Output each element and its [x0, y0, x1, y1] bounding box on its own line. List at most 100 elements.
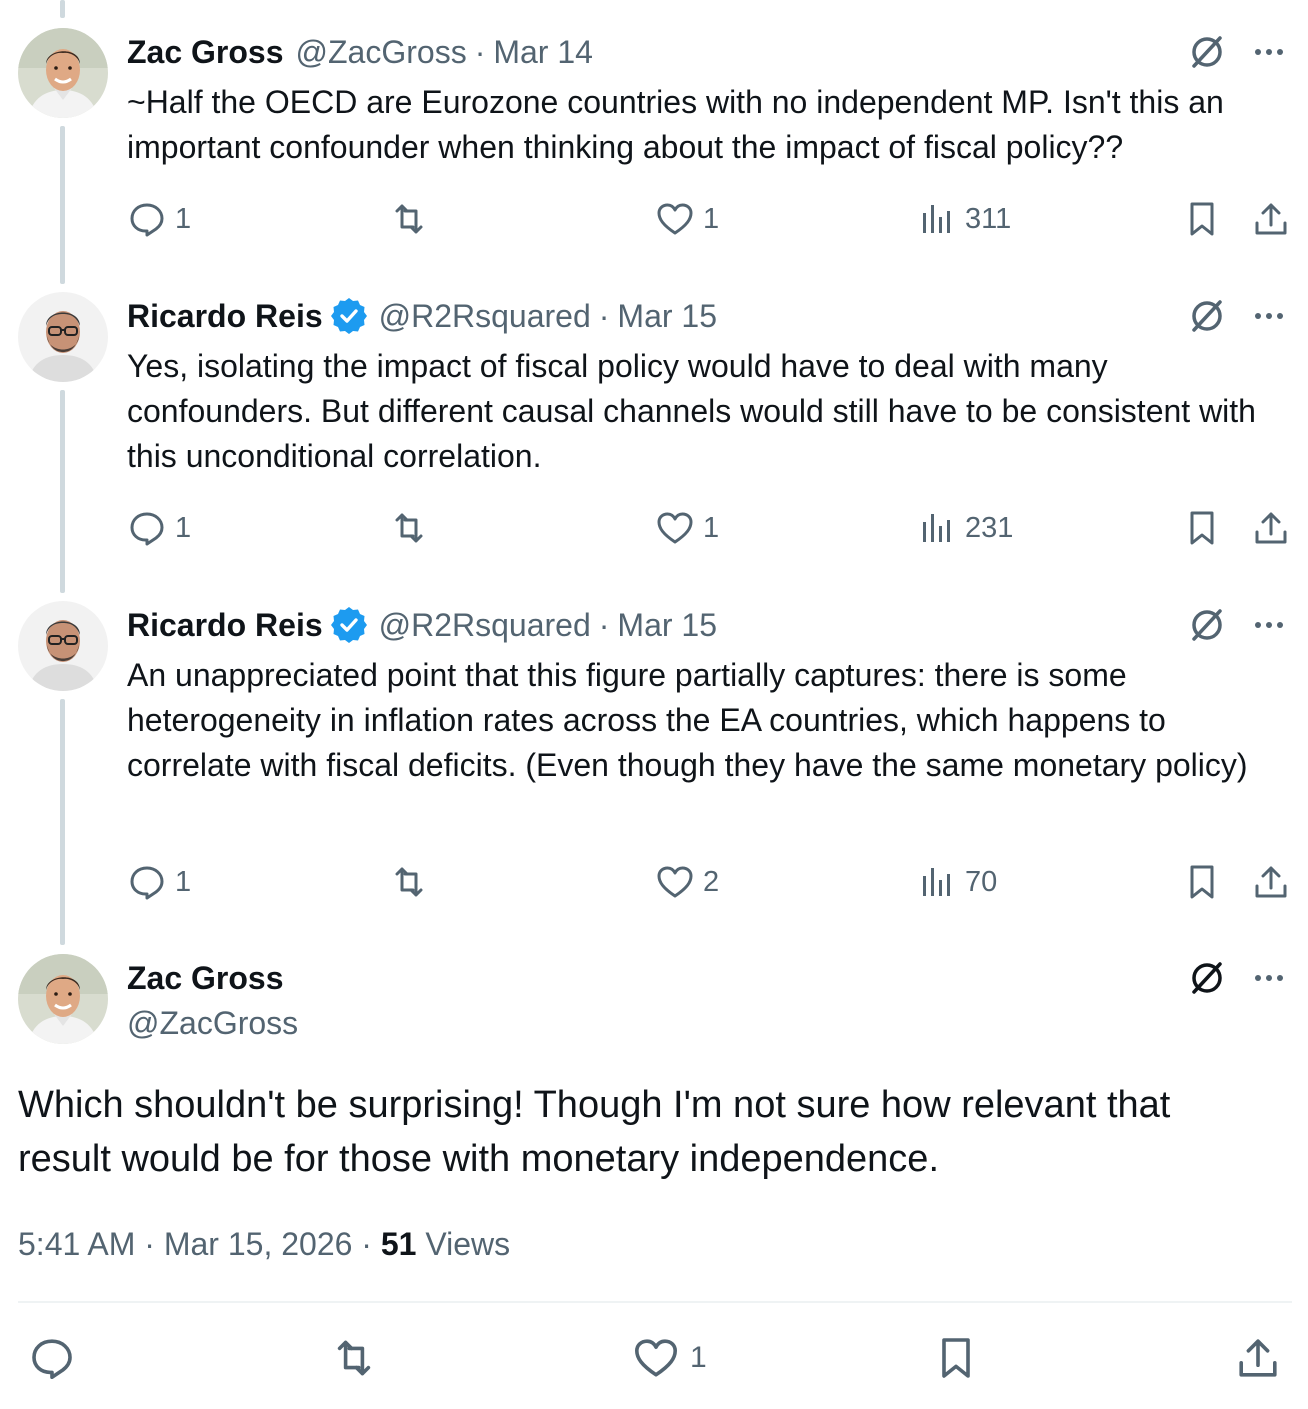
retweet-button[interactable]: [389, 197, 429, 241]
author-handle[interactable]: @R2Rsquared: [379, 298, 591, 335]
views-button[interactable]: 231: [917, 506, 1013, 550]
ellipsis-icon[interactable]: [1250, 959, 1288, 997]
share-button[interactable]: [1251, 860, 1291, 904]
view-count: 70: [965, 865, 998, 898]
views-button[interactable]: 70: [917, 860, 997, 904]
tweet-header: Ricardo Reis @R2Rsquared · Mar 15: [127, 603, 1288, 647]
reply-count: 1: [175, 202, 192, 235]
bookmark-icon: [1190, 511, 1214, 545]
avatar[interactable]: [18, 954, 108, 1044]
view-count: 231: [965, 511, 1014, 544]
action-bar: 1 1 311: [127, 197, 1291, 241]
heart-icon: [657, 203, 693, 235]
tweet-text: ~Half the OECD are Eurozone countries wi…: [127, 84, 1224, 165]
retweet-arrows-icon: [395, 867, 423, 897]
main-tweet: Zac Gross @ZacGross Which shouldn't be s…: [0, 952, 1308, 1409]
like-count: 2: [703, 865, 720, 898]
like-button[interactable]: 2: [655, 860, 719, 904]
like-button[interactable]: 1: [655, 506, 719, 550]
share-button[interactable]: [1234, 1330, 1282, 1386]
main-action-bar: 1: [0, 1330, 1308, 1386]
avatar[interactable]: [18, 601, 108, 691]
like-button[interactable]: 1: [632, 1330, 707, 1386]
bar-chart-icon: [923, 868, 950, 896]
share-button[interactable]: [1251, 197, 1291, 241]
reply-tweet: Ricardo Reis @R2Rsquared · Mar 15 Yes, i…: [0, 290, 1308, 600]
grok-slash-circle-icon[interactable]: [1186, 31, 1228, 73]
views-button[interactable]: 311: [917, 197, 1011, 241]
share-upload-icon: [1255, 512, 1287, 544]
speech-bubble-icon: [130, 866, 164, 900]
bookmark-icon: [1190, 202, 1214, 236]
separator-dot: ·: [598, 606, 610, 643]
avatar[interactable]: [18, 292, 108, 382]
ellipsis-icon[interactable]: [1250, 606, 1288, 644]
retweet-button[interactable]: [389, 860, 429, 904]
bookmark-button[interactable]: [1182, 506, 1222, 550]
retweet-button[interactable]: [330, 1330, 378, 1386]
grok-slash-circle-icon[interactable]: [1186, 604, 1228, 646]
views-label: Views: [425, 1226, 511, 1262]
bookmark-icon: [1190, 865, 1214, 899]
reply-tweet: Ricardo Reis @R2Rsquared · Mar 15 An una…: [0, 599, 1308, 949]
author-name[interactable]: Ricardo Reis: [127, 607, 323, 644]
share-button[interactable]: [1251, 506, 1291, 550]
speech-bubble-icon: [130, 203, 164, 237]
ellipsis-icon[interactable]: [1250, 297, 1288, 335]
grok-slash-circle-icon[interactable]: [1186, 957, 1228, 999]
reply-button[interactable]: [28, 1330, 76, 1386]
action-bar: 1 1 231: [127, 506, 1291, 550]
retweet-arrows-icon: [395, 204, 423, 234]
reply-count: 1: [175, 865, 192, 898]
like-button[interactable]: 1: [655, 197, 719, 241]
author-name[interactable]: Zac Gross: [127, 956, 298, 1000]
tweet-time[interactable]: 5:41 AM: [18, 1226, 135, 1262]
retweet-arrows-icon: [337, 1340, 371, 1376]
reply-button[interactable]: 1: [127, 197, 191, 241]
author-name[interactable]: Ricardo Reis: [127, 298, 323, 335]
grok-slash-circle-icon[interactable]: [1186, 295, 1228, 337]
bar-chart-icon: [923, 514, 950, 542]
tweet-date[interactable]: Mar 15: [617, 298, 717, 335]
retweet-button[interactable]: [389, 506, 429, 550]
bookmark-button[interactable]: [932, 1330, 980, 1386]
retweet-arrows-icon: [395, 513, 423, 543]
heart-icon: [657, 866, 693, 898]
tweet-text: An unappreciated point that this figure …: [127, 657, 1248, 783]
tweet-date[interactable]: Mar 15: [617, 607, 717, 644]
speech-bubble-icon: [130, 512, 164, 546]
views-count: 51: [380, 1226, 417, 1262]
reply-count: 1: [175, 511, 192, 544]
verified-badge-icon: [330, 298, 367, 334]
like-count: 1: [703, 511, 720, 544]
main-author-block: Zac Gross @ZacGross: [127, 956, 298, 1045]
share-upload-icon: [1255, 203, 1287, 235]
author-handle[interactable]: @ZacGross: [127, 1001, 298, 1045]
tweet-header: Zac Gross @ZacGross · Mar 14: [127, 30, 1288, 74]
separator-dot: ·: [598, 297, 610, 334]
tweet-header: Ricardo Reis @R2Rsquared · Mar 15: [127, 294, 1288, 338]
tweet-date[interactable]: Mar 14: [493, 34, 593, 71]
separator-dot: ·: [144, 1226, 155, 1262]
bar-chart-icon: [923, 205, 950, 233]
separator-dot: ·: [474, 33, 486, 70]
heart-icon: [657, 512, 693, 544]
divider: [18, 1301, 1292, 1303]
reply-button[interactable]: 1: [127, 860, 191, 904]
avatar[interactable]: [18, 28, 108, 118]
action-bar: 1 2 70: [127, 860, 1291, 904]
bookmark-button[interactable]: [1182, 860, 1222, 904]
reply-button[interactable]: 1: [127, 506, 191, 550]
tweet-text: Which shouldn't be surprising! Though I'…: [18, 1084, 1171, 1180]
bookmark-button[interactable]: [1182, 197, 1222, 241]
ellipsis-icon[interactable]: [1250, 33, 1288, 71]
author-handle[interactable]: @R2Rsquared: [379, 607, 591, 644]
tweet-text: Yes, isolating the impact of fiscal poli…: [127, 348, 1256, 474]
tweet-full-date[interactable]: Mar 15, 2026: [164, 1226, 353, 1262]
view-count: 311: [965, 202, 1012, 235]
author-name[interactable]: Zac Gross: [127, 34, 284, 71]
like-count: 1: [690, 1341, 707, 1374]
reply-tweet: Zac Gross @ZacGross · Mar 14 ~Half the O…: [0, 0, 1308, 290]
speech-bubble-icon: [32, 1339, 72, 1379]
author-handle[interactable]: @ZacGross: [296, 34, 467, 71]
